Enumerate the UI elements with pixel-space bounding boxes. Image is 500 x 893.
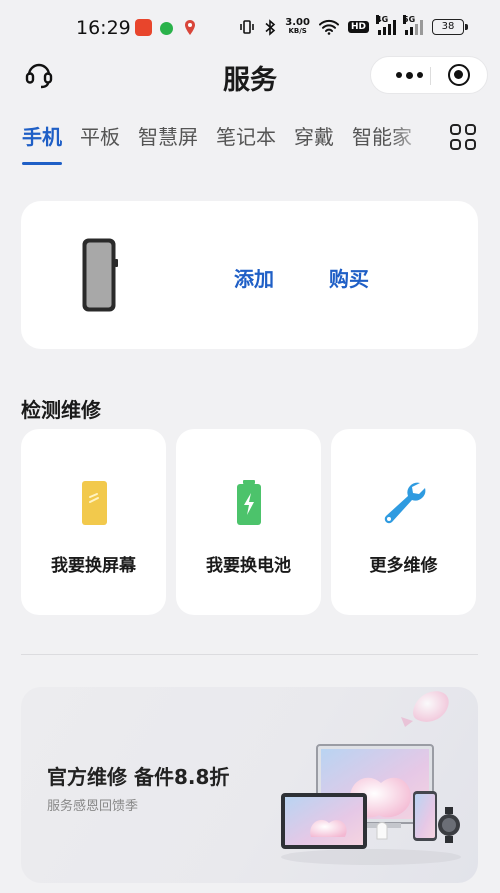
more-options-button[interactable] (388, 57, 430, 93)
tab-wearable[interactable]: 穿戴 (294, 120, 334, 164)
battery-indicator: 38 (432, 19, 468, 35)
repair-section-title: 检测维修 (21, 398, 101, 422)
tab-fade (390, 120, 430, 164)
location-notification-icon (184, 19, 196, 36)
close-mini-program-button[interactable] (448, 64, 470, 86)
tab-phone[interactable]: 手机 (22, 120, 62, 165)
taobao-notification-icon (135, 19, 152, 36)
more-repair-label: 更多维修 (369, 556, 438, 576)
wifi-icon (318, 19, 339, 35)
status-time: 16:29 (76, 17, 131, 39)
my-device-card: 添加 购买 (21, 201, 478, 349)
phone-device-icon (82, 238, 118, 312)
hd-badge: HD (347, 21, 369, 33)
promo-title: 官方维修 备件8.8折 (47, 765, 230, 789)
wrench-icon (384, 482, 425, 524)
buy-device-button[interactable]: 购买 (329, 263, 369, 292)
device-category-tabs: 手机 平板 智慧屏 笔记本 穿戴 智能家 (0, 120, 500, 170)
mini-program-capsule (370, 56, 488, 94)
capsule-divider (430, 67, 431, 85)
header-bar: 服务 (0, 56, 500, 100)
tab-laptop[interactable]: 笔记本 (216, 120, 276, 164)
all-categories-grid-icon[interactable] (450, 124, 476, 150)
promo-devices-illustration (281, 691, 461, 865)
tab-tablet[interactable]: 平板 (80, 120, 120, 164)
status-bar: 16:29 3.00 KB/S HD 4G 5G 38 (0, 0, 500, 56)
battery-icon (236, 480, 261, 525)
bluetooth-icon (265, 18, 276, 36)
signal-sim2-icon: 5G (403, 15, 423, 35)
replace-battery-label: 我要换电池 (206, 556, 291, 576)
replace-screen-card[interactable]: 我要换屏幕 (21, 429, 166, 615)
section-divider (21, 654, 478, 655)
signal-sim1-icon: 4G (376, 15, 396, 35)
replace-screen-label: 我要换屏幕 (51, 556, 136, 576)
promo-banner[interactable]: 官方维修 备件8.8折 服务感恩回馈季 (21, 687, 478, 883)
more-repair-card[interactable]: 更多维修 (331, 429, 476, 615)
promo-subtitle: 服务感恩回馈季 (47, 799, 139, 814)
chat-notification-icon (160, 22, 173, 35)
add-device-button[interactable]: 添加 (234, 263, 274, 292)
replace-battery-card[interactable]: 我要换电池 (176, 429, 321, 615)
tab-smart-screen[interactable]: 智慧屏 (138, 120, 198, 164)
net-speed: 3.00 KB/S (285, 17, 310, 36)
screen-icon (81, 481, 107, 525)
tab-scroll[interactable]: 手机 平板 智慧屏 笔记本 穿戴 智能家 (22, 120, 430, 170)
vibrate-icon (240, 20, 255, 34)
